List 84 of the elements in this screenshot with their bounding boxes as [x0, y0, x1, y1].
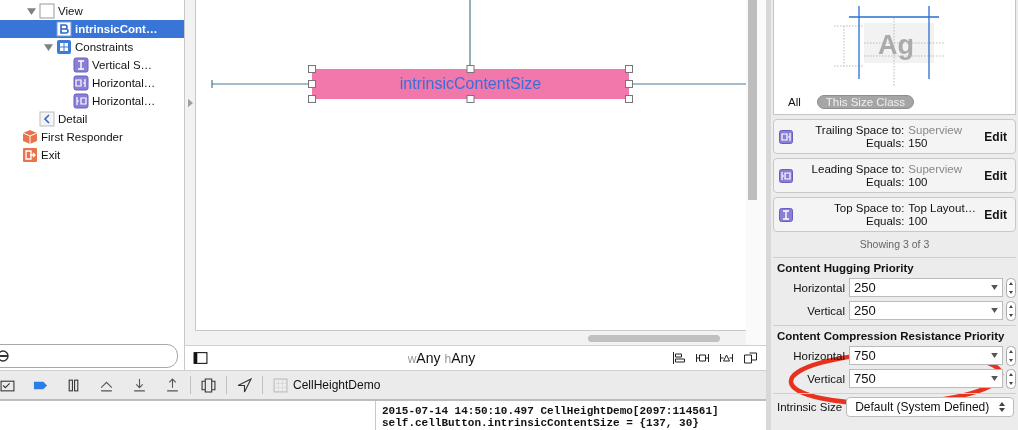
- filter-icon: [0, 350, 9, 362]
- disclosure-triangle-icon[interactable]: [27, 6, 36, 16]
- outline-item[interactable]: Constraints: [0, 38, 184, 56]
- disclosure-triangle-icon[interactable]: [44, 42, 53, 52]
- outline-item[interactable]: Exit: [0, 146, 184, 164]
- equals-label: Equals:: [864, 137, 905, 149]
- trailing-constraint-icon: [73, 75, 89, 91]
- caret-icon[interactable]: [991, 376, 998, 381]
- size-class-control[interactable]: wAny hAny: [208, 350, 671, 366]
- leading-constraint-icon: [73, 93, 89, 109]
- step-out-icon[interactable]: [165, 377, 180, 393]
- outline-item[interactable]: intrinsicCont…: [0, 20, 184, 38]
- resolve-issues-icon[interactable]: [719, 351, 734, 365]
- constraint-target: Top Layout…: [908, 202, 978, 214]
- outline-item[interactable]: Horizontal…: [0, 74, 184, 92]
- priority-field[interactable]: 250: [849, 301, 1003, 320]
- panel-toggle-icon[interactable]: [193, 351, 208, 365]
- back-icon: [39, 111, 55, 127]
- edit-button[interactable]: Edit: [984, 168, 1007, 183]
- intrinsic-size-label: Intrinsic Size: [777, 401, 844, 413]
- vertical-scrollbar[interactable]: [748, 0, 757, 200]
- outline-item[interactable]: Horizontal…: [0, 92, 184, 110]
- step-into-icon[interactable]: [132, 377, 147, 393]
- console-line: self.cellButton.intrinsicContentSize = {137, 30}: [382, 417, 700, 429]
- target-label[interactable]: CellHeightDemo: [293, 378, 381, 392]
- constraint-target: Superview: [908, 124, 964, 136]
- constraint-label: Trailing Space to:: [814, 124, 905, 136]
- edit-button[interactable]: Edit: [984, 129, 1007, 144]
- priority-field[interactable]: 750: [849, 346, 1003, 365]
- constraint-value: 100: [908, 176, 929, 188]
- resizing-icon[interactable]: [743, 351, 758, 365]
- priority-label: Vertical: [806, 304, 846, 317]
- priority-label: Horizontal: [792, 349, 846, 362]
- sample-text: Ag: [878, 30, 914, 60]
- section-title: Content Hugging Priority: [777, 262, 915, 274]
- stepper[interactable]: [1006, 368, 1016, 389]
- outline-item[interactable]: First Responder: [0, 128, 184, 146]
- outline-item[interactable]: Detail: [0, 110, 184, 128]
- constraints-icon: [56, 39, 72, 55]
- trailing-constraint-icon: [779, 129, 793, 144]
- intrinsic-size-popup[interactable]: Default (System Defined): [846, 397, 1014, 417]
- cube-icon: [22, 129, 38, 145]
- pin-icon[interactable]: [695, 351, 710, 365]
- app-icon: [273, 377, 288, 393]
- scope-tab[interactable]: All: [786, 96, 803, 108]
- equals-label: Equals:: [864, 176, 905, 188]
- priority-label: Horizontal: [792, 281, 846, 294]
- constraint-value: 100: [908, 215, 929, 227]
- view-icon: [39, 3, 55, 19]
- view-hierarchy-icon[interactable]: [201, 377, 216, 393]
- constraint-card[interactable]: Trailing Space to: Superview Equals: 150 Edit: [773, 119, 1016, 154]
- leading-constraint-icon: [779, 168, 793, 183]
- vertical-constraint-icon: [73, 57, 89, 73]
- updown-icon: [999, 402, 1005, 412]
- vertical-constraint-icon: [779, 207, 793, 222]
- equals-label: Equals:: [864, 215, 905, 227]
- priority-field[interactable]: 250: [849, 278, 1003, 297]
- align-icon[interactable]: [671, 351, 686, 365]
- outline-item[interactable]: Vertical S…: [0, 56, 184, 74]
- button-icon: [56, 21, 72, 37]
- outline-item[interactable]: View: [0, 2, 184, 20]
- location-icon[interactable]: [237, 377, 252, 393]
- constraint-label: Top Space to:: [833, 202, 905, 214]
- priority-field[interactable]: 750: [849, 369, 1003, 388]
- caret-icon[interactable]: [991, 308, 998, 313]
- stepper[interactable]: [1006, 300, 1016, 321]
- constraint-target: Superview: [908, 163, 964, 175]
- constraint-card[interactable]: Top Space to: Top Layout… Equals: 100 Edit: [773, 197, 1016, 232]
- stepper[interactable]: [1006, 345, 1016, 366]
- section-title: Content Compression Resistance Priority: [777, 330, 1006, 342]
- console-line: 2015-07-14 14:50:10.497 CellHeightDemo[2097:114561]: [382, 405, 720, 417]
- edit-button[interactable]: Edit: [984, 207, 1007, 222]
- stepper[interactable]: [1006, 277, 1016, 298]
- constraint-label: Leading Space to:: [810, 163, 905, 175]
- horizontal-scrollbar[interactable]: [588, 335, 720, 342]
- pause-icon[interactable]: [66, 377, 81, 393]
- constraint-value: 150: [908, 137, 929, 149]
- priority-label: Vertical: [806, 372, 846, 385]
- showing-count: Showing 3 of 3: [858, 238, 931, 250]
- exit-icon: [22, 147, 38, 163]
- constraint-card[interactable]: Leading Space to: Superview Equals: 100 Edit: [773, 158, 1016, 193]
- caret-icon[interactable]: [991, 353, 998, 358]
- caret-icon[interactable]: [991, 285, 998, 290]
- filter-field[interactable]: [0, 344, 178, 368]
